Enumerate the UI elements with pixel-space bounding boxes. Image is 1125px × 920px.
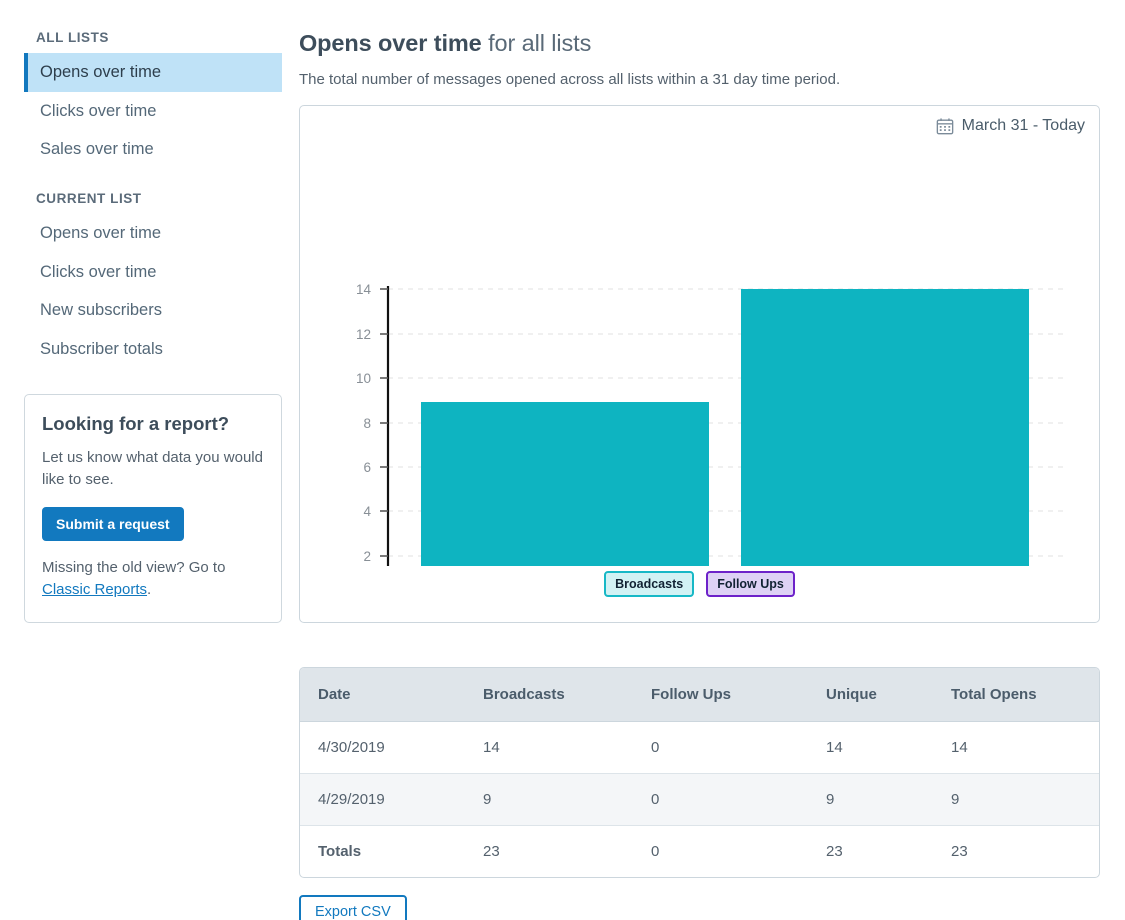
- page-title-suffix: for all lists: [481, 30, 592, 56]
- cell-broadcasts: 14: [465, 721, 633, 774]
- sidebar-item-label: New subscribers: [40, 301, 162, 320]
- classic-reports-link[interactable]: Classic Reports: [42, 581, 147, 598]
- sidebar-item-clicks-over-time-all[interactable]: Clicks over time: [24, 92, 282, 131]
- sidebar-item-label: Opens over time: [40, 63, 162, 81]
- cell-date: 4/29/2019: [300, 773, 465, 826]
- svg-text:6: 6: [363, 460, 371, 475]
- sidebar-item-label: Clicks over time: [40, 101, 157, 120]
- bar-broadcasts-30: [741, 289, 1029, 566]
- cell-totals-label: Totals: [318, 843, 362, 860]
- cell-unique: 14: [808, 721, 933, 774]
- date-range-picker[interactable]: March 31 - Today: [936, 117, 1085, 135]
- cell-broadcasts: 9: [465, 773, 633, 826]
- sidebar-item-clicks-over-time-current[interactable]: Clicks over time: [24, 253, 282, 292]
- main-content: Opens over time for all lists The total …: [299, 0, 1125, 920]
- sidebar-item-subscriber-totals[interactable]: Subscriber totals: [24, 330, 282, 369]
- opens-data-table: Date Broadcasts Follow Ups Unique Total …: [300, 668, 1099, 877]
- page-title: Opens over time for all lists: [299, 30, 1100, 57]
- submit-a-request-button[interactable]: Submit a request: [42, 506, 184, 541]
- sidebar-item-sales-over-time-all[interactable]: Sales over time: [24, 130, 282, 169]
- svg-text:14: 14: [356, 282, 372, 297]
- cell-date: 4/30/2019: [300, 721, 465, 774]
- table-header: Date Broadcasts Follow Ups Unique Total …: [300, 668, 1099, 722]
- bar-broadcasts-29: [421, 402, 709, 566]
- date-range-label: March 31 - Today: [961, 117, 1085, 134]
- page-title-strong: Opens over time: [299, 30, 482, 56]
- table-row: 4/29/2019 9 0 9 9: [300, 773, 1099, 826]
- sidebar-item-new-subscribers[interactable]: New subscribers: [24, 291, 282, 330]
- chart-y-tick-labels: 14 12 10 8 6 4 2 0: [356, 282, 372, 564]
- column-header-date[interactable]: Date: [300, 668, 465, 722]
- svg-text:12: 12: [356, 327, 371, 342]
- svg-text:8: 8: [363, 416, 371, 431]
- chart-card: March 31 - Today 14 12 10 8 6 4 2 Broadc…: [299, 105, 1100, 623]
- cell-follow-ups: 0: [633, 721, 808, 774]
- table-header-row: Date Broadcasts Follow Ups Unique Total …: [300, 668, 1099, 722]
- cell-total-opens: 14: [933, 721, 1099, 774]
- svg-text:2: 2: [363, 549, 371, 564]
- sidebar-item-opens-over-time-current[interactable]: Opens over time: [24, 214, 282, 253]
- page-description: The total number of messages opened acro…: [299, 71, 841, 88]
- chart-legend: Broadcasts Follow Ups: [300, 571, 1099, 598]
- legend-item-broadcasts[interactable]: Broadcasts: [604, 571, 695, 598]
- table-totals-row: Totals 23 0 23 23: [300, 826, 1099, 878]
- column-header-broadcasts[interactable]: Broadcasts: [465, 668, 633, 722]
- footnote-suffix: .: [147, 580, 152, 598]
- report-request-card: Looking for a report? Let us know what d…: [24, 394, 282, 624]
- cell-totals-unique: 23: [826, 843, 843, 860]
- export-csv-button[interactable]: Export CSV: [299, 895, 407, 920]
- sidebar-item-label: Clicks over time: [40, 262, 157, 281]
- cell-unique: 9: [808, 773, 933, 826]
- cell-totals-follow-ups: 0: [651, 843, 660, 860]
- report-card-footnote: Missing the old view? Go to Classic Repo…: [42, 557, 264, 601]
- table-body: 4/30/2019 14 0 14 14 4/29/2019 9 0 9 9 T…: [300, 721, 1099, 878]
- sidebar-group-label-all-lists: ALL LISTS: [36, 30, 109, 45]
- reports-page: ALL LISTS Opens over time Clicks over ti…: [0, 0, 1125, 920]
- opens-over-time-bar-chart[interactable]: 14 12 10 8 6 4 2 0: [300, 166, 1101, 566]
- chart-bars: [421, 289, 1029, 566]
- cell-totals-total-opens: 23: [951, 843, 968, 860]
- sidebar-group-label-current-list: CURRENT LIST: [36, 190, 142, 206]
- legend-item-follow-ups[interactable]: Follow Ups: [706, 571, 795, 598]
- column-header-unique[interactable]: Unique: [808, 668, 933, 722]
- report-card-body: Let us know what data you would like to …: [42, 449, 263, 489]
- footnote-prefix: Missing the old view? Go to: [42, 558, 226, 576]
- cell-total-opens: 9: [933, 773, 1099, 826]
- sidebar-item-label: Opens over time: [40, 223, 162, 242]
- cell-totals-broadcasts: 23: [483, 843, 500, 860]
- column-header-total-opens[interactable]: Total Opens: [933, 668, 1099, 722]
- report-card-heading: Looking for a report?: [42, 413, 230, 435]
- column-header-follow-ups[interactable]: Follow Ups: [633, 668, 808, 722]
- sidebar-nav-all-lists: Opens over time Clicks over time Sales o…: [24, 53, 282, 169]
- svg-text:10: 10: [356, 371, 371, 386]
- sidebar: ALL LISTS Opens over time Clicks over ti…: [0, 0, 300, 920]
- sidebar-nav-current-list: Opens over time Clicks over time New sub…: [24, 214, 282, 369]
- calendar-icon: [936, 118, 953, 135]
- sidebar-item-opens-over-time-all[interactable]: Opens over time: [24, 53, 282, 92]
- table-row: 4/30/2019 14 0 14 14: [300, 721, 1099, 774]
- cell-follow-ups: 0: [633, 773, 808, 826]
- sidebar-item-label: Subscriber totals: [40, 339, 163, 358]
- chart-svg: 14 12 10 8 6 4 2 0: [356, 282, 1065, 566]
- sidebar-item-label: Sales over time: [40, 140, 154, 159]
- svg-text:4: 4: [363, 504, 371, 519]
- chart-y-axis: 14 12 10 8 6 4 2 0: [356, 282, 390, 566]
- opens-data-table-card: Date Broadcasts Follow Ups Unique Total …: [299, 667, 1100, 878]
